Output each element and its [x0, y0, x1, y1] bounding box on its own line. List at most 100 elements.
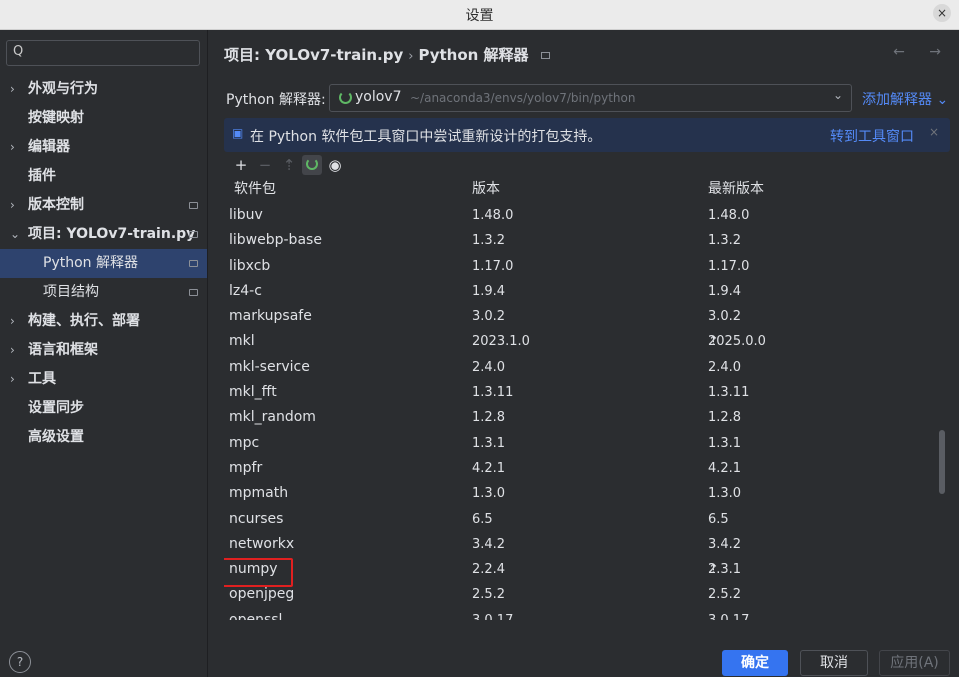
chevron-right-icon[interactable]: › [10, 133, 15, 162]
chevron-right-icon: › [408, 49, 414, 64]
table-row[interactable]: libwebp-base 1.3.2 1.3.2 [224, 228, 943, 253]
upgrade-package-icon[interactable]: ⇡ [279, 155, 299, 175]
chevron-down-icon: ⌄ [832, 88, 843, 102]
settings-nav-tree: › 外观与行为按键映射 › 编辑器插件 › 版本控制 ⌄ 项目: YOLOv7-train.p… [0, 75, 207, 452]
latest-version-value: 1.3.0 [708, 486, 742, 502]
sidebar-item-10[interactable]: › 工具 [0, 365, 207, 394]
sidebar-item-2[interactable]: › 编辑器 [0, 133, 207, 162]
table-row[interactable]: lz4-c 1.9.4 1.9.4 [224, 279, 943, 304]
sidebar-item-5[interactable]: ⌄ 项目: YOLOv7-train.py [0, 220, 207, 249]
go-to-tool-window-link[interactable]: 转到工具窗口 [830, 126, 914, 146]
breadcrumb: 项目: YOLOv7-train.py › Python 解释器 [224, 44, 550, 65]
chevron-right-icon[interactable]: › [10, 75, 15, 104]
breadcrumb-project[interactable]: 项目: YOLOv7-train.py [224, 46, 403, 64]
table-row[interactable]: markupsafe 3.0.2 3.0.2 [224, 304, 943, 329]
interpreter-label: Python 解释器: [226, 92, 326, 108]
latest-version-value: 2.4.0 [708, 359, 742, 375]
package-latest-version: 4.2.1 [708, 456, 741, 481]
sidebar-item-0[interactable]: › 外观与行为 [0, 75, 207, 104]
package-latest-version: 1.48.0 [708, 203, 749, 228]
sidebar-item-label: 项目: YOLOv7-train.py [28, 226, 196, 242]
table-row[interactable]: mpfr 4.2.1 4.2.1 [224, 456, 943, 481]
apply-button[interactable]: 应用(A) [879, 650, 950, 676]
table-scrollbar[interactable] [939, 430, 945, 494]
sidebar-item-label: 高级设置 [28, 429, 84, 445]
latest-version-value: 3.0.2 [708, 309, 742, 325]
sidebar-item-4[interactable]: › 版本控制 [0, 191, 207, 220]
table-row[interactable]: numpy 2.2.4 ⇡ 2.3.1 [224, 557, 943, 588]
package-latest-version: ⇡ 2.3.1 [708, 557, 741, 582]
package-version: 1.3.0 [472, 486, 506, 502]
chevron-right-icon[interactable]: › [10, 365, 15, 394]
table-row[interactable]: mkl_random 1.2.8 1.2.8 [224, 405, 943, 430]
close-icon[interactable]: × [933, 4, 951, 22]
chevron-down-icon[interactable]: ⌄ [10, 220, 20, 249]
ok-button[interactable]: 确定 [722, 650, 788, 676]
table-header: 软件包 版本 最新版本 [224, 178, 943, 202]
upgrade-available-icon[interactable]: ⇡ [708, 329, 719, 354]
table-row[interactable]: openjpeg 2.5.2 2.5.2 [224, 582, 943, 607]
table-row[interactable]: ncurses 6.5 6.5 [224, 507, 943, 532]
sidebar-item-6[interactable]: Python 解释器 [0, 249, 207, 278]
sidebar-item-label: 按键映射 [28, 110, 84, 126]
interpreter-select[interactable]: yolov7 ~/anaconda3/envs/yolov7/bin/pytho… [329, 84, 852, 112]
back-forward-icons[interactable]: ← → [893, 44, 951, 60]
package-version: 1.48.0 [472, 208, 514, 223]
sidebar-item-3[interactable]: 插件 [0, 162, 207, 191]
package-name: mkl_random [229, 409, 316, 426]
add-interpreter-link[interactable]: 添加解释器 ⌄ [862, 89, 948, 109]
package-name: mkl_fft [229, 384, 277, 401]
sidebar-item-7[interactable]: 项目结构 [0, 278, 207, 307]
settings-search-input[interactable]: Q [6, 40, 200, 66]
sidebar-item-label: 构建、执行、部署 [28, 313, 140, 329]
table-row[interactable]: libxcb 1.17.0 1.17.0 [224, 254, 943, 279]
sidebar-item-label: 设置同步 [28, 400, 84, 416]
table-row[interactable]: mpmath 1.3.0 1.3.0 [224, 481, 943, 506]
project-scope-icon [540, 52, 550, 59]
table-row[interactable]: mkl-service 2.4.0 2.4.0 [224, 355, 943, 380]
table-row[interactable]: mpc 1.3.1 1.3.1 [224, 431, 943, 456]
package-name: mpmath [229, 485, 289, 502]
package-name: networkx [229, 535, 295, 552]
help-icon[interactable]: ? [9, 651, 31, 673]
column-header-package[interactable]: 软件包 [234, 178, 276, 198]
column-header-version[interactable]: 版本 [472, 178, 500, 198]
cancel-button[interactable]: 取消 [800, 650, 868, 676]
table-row[interactable]: libuv 1.48.0 1.48.0 [224, 203, 943, 228]
chevron-right-icon[interactable]: › [10, 191, 15, 220]
table-row[interactable]: networkx 3.4.2 3.4.2 [224, 532, 943, 557]
chevron-right-icon[interactable]: › [10, 307, 15, 336]
table-row[interactable]: mkl 2023.1.0 ⇡ 2025.0.0 [224, 329, 943, 354]
sidebar-item-label: 外观与行为 [28, 81, 98, 97]
table-row[interactable]: openssl 3.0.17 3.0.17 [224, 608, 943, 620]
column-header-latest[interactable]: 最新版本 [708, 178, 764, 198]
close-icon[interactable]: × [929, 125, 939, 139]
sidebar-item-12[interactable]: 高级设置 [0, 423, 207, 452]
remove-package-icon[interactable]: − [255, 155, 275, 175]
sidebar-item-11[interactable]: 设置同步 [0, 394, 207, 423]
latest-version-value: 1.3.11 [708, 385, 750, 401]
upgrade-available-icon[interactable]: ⇡ [708, 557, 719, 582]
loading-spinner-icon [339, 91, 352, 104]
package-latest-version: 2.5.2 [708, 582, 741, 607]
sidebar-item-9[interactable]: › 语言和框架 [0, 336, 207, 365]
package-name: markupsafe [229, 308, 312, 325]
package-name: libuv [229, 207, 263, 223]
breadcrumb-page: Python 解释器 [418, 46, 529, 64]
package-version: 1.3.2 [472, 233, 506, 249]
loading-spinner-icon [302, 155, 322, 175]
info-banner: ▣ 在 Python 软件包工具窗口中尝试重新设计的打包支持。 转到工具窗口 × [224, 118, 950, 152]
sidebar-item-8[interactable]: › 构建、执行、部署 [0, 307, 207, 336]
eye-icon[interactable]: ◉ [325, 155, 345, 175]
package-icon: ▣ [232, 126, 244, 140]
package-name: lz4-c [229, 282, 262, 299]
add-package-icon[interactable]: + [231, 155, 251, 175]
chevron-right-icon[interactable]: › [10, 336, 15, 365]
package-latest-version: 3.0.2 [708, 304, 741, 329]
package-latest-version: 1.3.11 [708, 380, 749, 405]
sidebar-item-label: 插件 [28, 168, 56, 184]
sidebar-item-1[interactable]: 按键映射 [0, 104, 207, 133]
table-row[interactable]: mkl_fft 1.3.11 1.3.11 [224, 380, 943, 405]
project-scope-icon [189, 202, 198, 209]
package-name: mkl-service [229, 358, 310, 375]
